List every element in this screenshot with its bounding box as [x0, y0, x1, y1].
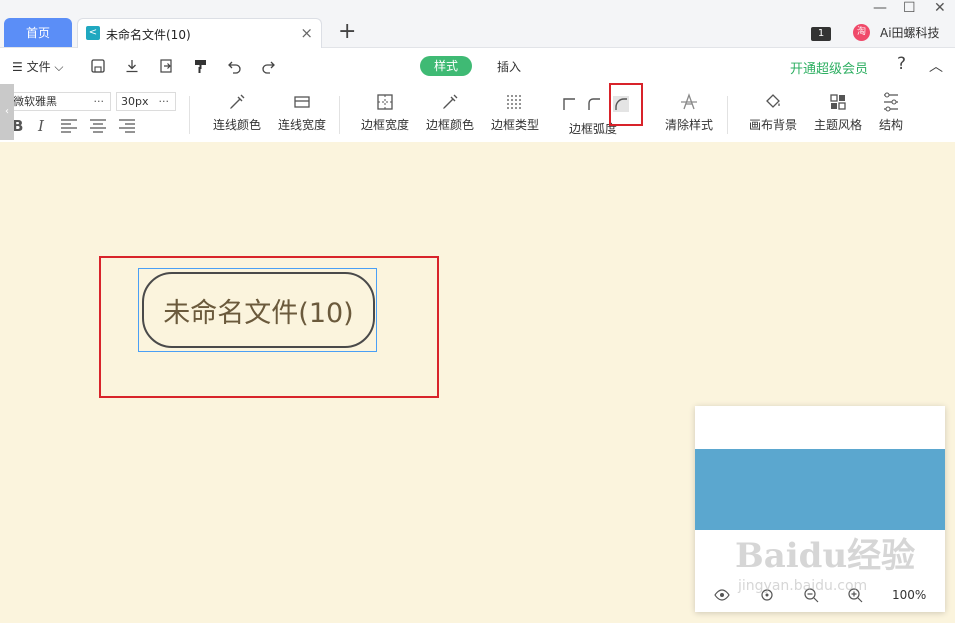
clear-style-button[interactable]: 清除样式	[663, 92, 715, 133]
more-icon: ···	[158, 95, 170, 108]
canvas-background-button[interactable]: 画布背景	[747, 92, 799, 133]
tab-insert[interactable]: 插入	[497, 58, 521, 75]
tab-file[interactable]: < 未命名文件(10) ×	[77, 18, 322, 48]
watermark-logo: Baidu经验	[735, 536, 916, 576]
mindmap-file-icon: <	[86, 26, 100, 40]
window-close-icon[interactable]: ✕	[934, 0, 946, 16]
small-radius-icon[interactable]	[586, 96, 602, 112]
more-icon: ···	[93, 95, 105, 108]
border-type-label: 边框类型	[490, 118, 539, 132]
tab-file-title: 未命名文件(10)	[106, 28, 191, 42]
line-width-icon	[294, 96, 310, 108]
format-painter-icon[interactable]	[191, 56, 211, 76]
structure-icon	[884, 92, 898, 112]
zoom-level: 100%	[892, 588, 927, 602]
align-left-icon[interactable]	[60, 117, 78, 137]
close-icon[interactable]: ×	[300, 24, 313, 42]
add-tab-button[interactable]: +	[338, 21, 356, 43]
canvas-background-label: 画布背景	[748, 118, 797, 132]
border-type-button[interactable]: 边框类型	[489, 92, 541, 133]
clear-style-label: 清除样式	[664, 118, 713, 132]
brush-icon	[443, 94, 458, 109]
structure-label: 结构	[878, 118, 903, 132]
divider	[189, 96, 190, 134]
italic-icon[interactable]: I	[38, 117, 44, 135]
border-color-label: 边框颜色	[425, 118, 474, 132]
notification-badge[interactable]: 1	[811, 27, 831, 41]
divider	[727, 96, 728, 134]
minimize-icon[interactable]: —	[873, 0, 887, 16]
line-width-label: 连线宽度	[277, 118, 326, 132]
clear-format-icon	[681, 93, 697, 110]
style-toolbar: 微软雅黑 ··· 30px ··· B I 连线颜色 连线宽度 边框宽度 边框颜…	[0, 84, 955, 143]
tab-bar: 首页 < 未命名文件(10) × + — ☐ ✕ 1 淘 Ai田螺科技	[0, 0, 955, 48]
undo-icon[interactable]	[225, 56, 245, 76]
collapse-icon[interactable]: ︿	[929, 56, 943, 76]
central-topic[interactable]: 未命名文件(10)	[142, 272, 375, 348]
align-right-icon[interactable]	[118, 117, 136, 137]
border-color-button[interactable]: 边框颜色	[424, 92, 476, 133]
divider	[339, 96, 340, 134]
font-family-select[interactable]: 微软雅黑 ···	[8, 92, 111, 111]
download-icon[interactable]	[122, 56, 142, 76]
vip-link[interactable]: 开通超级会员	[790, 58, 868, 77]
menu-bar: ☰ 文件 ⌵ 样式 插入 开通超级会员 ? ︿	[0, 48, 955, 84]
structure-button[interactable]: 结构	[865, 92, 917, 133]
eye-icon[interactable]	[714, 587, 730, 603]
line-width-button[interactable]: 连线宽度	[276, 92, 328, 133]
paint-bucket-icon	[766, 94, 780, 108]
redo-icon[interactable]	[258, 56, 278, 76]
export-icon[interactable]	[156, 56, 176, 76]
watermark-url: jingyan.baidu.com	[738, 578, 868, 594]
border-type-icon	[507, 95, 523, 109]
line-color-button[interactable]: 连线颜色	[211, 92, 263, 133]
maximize-icon[interactable]: ☐	[903, 0, 916, 16]
tab-home[interactable]: 首页	[4, 18, 72, 47]
toolbar-scroll-handle[interactable]: ‹	[0, 84, 14, 140]
theme-style-button[interactable]: 主题风格	[812, 92, 864, 133]
border-width-icon	[377, 94, 393, 110]
font-family-value: 微软雅黑	[13, 95, 57, 108]
border-width-label: 边框宽度	[360, 118, 409, 132]
file-menu[interactable]: ☰ 文件 ⌵	[12, 58, 63, 75]
font-size-select[interactable]: 30px ···	[116, 92, 176, 111]
avatar[interactable]: 淘	[853, 24, 870, 41]
help-icon[interactable]: ?	[897, 54, 906, 74]
minimap-viewport[interactable]	[695, 449, 945, 530]
highlight-box	[609, 83, 643, 126]
font-size-value: 30px	[121, 95, 149, 108]
align-center-icon[interactable]	[89, 117, 107, 137]
theme-grid-icon	[830, 94, 846, 110]
line-color-label: 连线颜色	[212, 118, 261, 132]
brush-icon	[230, 94, 245, 109]
user-name[interactable]: Ai田螺科技	[880, 24, 940, 41]
tab-style[interactable]: 样式	[420, 56, 472, 76]
border-width-button[interactable]: 边框宽度	[359, 92, 411, 133]
save-icon[interactable]	[88, 56, 108, 76]
square-corner-icon[interactable]	[561, 96, 577, 112]
theme-style-label: 主题风格	[813, 118, 862, 132]
